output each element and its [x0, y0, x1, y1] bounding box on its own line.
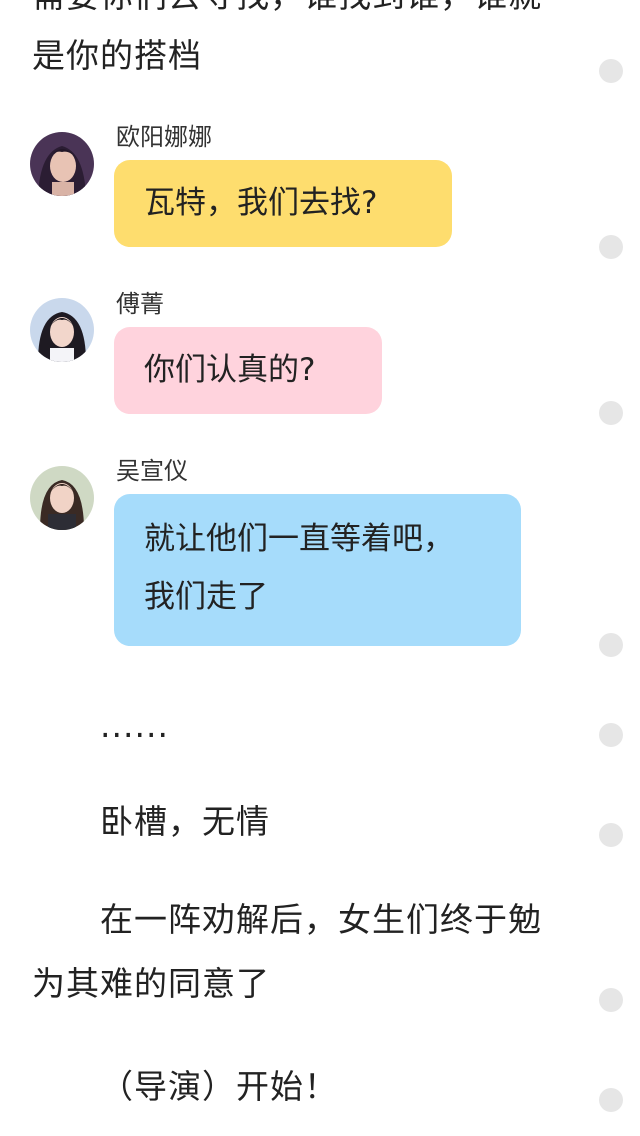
chat-bubble-text: 我们走了	[144, 579, 268, 615]
story-text-intro: 是你的搭档	[32, 36, 202, 75]
speaker-name: 傅菁	[116, 290, 164, 318]
comment-dot-icon[interactable]	[599, 723, 623, 747]
story-text-paragraph: 卧槽，无情	[100, 802, 270, 841]
chat-bubble: 瓦特，我们去找?	[114, 160, 452, 247]
speaker-name: 吴宣仪	[116, 457, 188, 485]
avatar-wu-xuanyi-icon[interactable]	[30, 466, 94, 530]
chat-bubble-text: 你们认真的?	[144, 352, 316, 388]
story-text-paragraph: （导演）开始！	[100, 1067, 338, 1106]
comment-dot-icon[interactable]	[599, 633, 623, 657]
chat-bubble: 你们认真的?	[114, 327, 382, 414]
comment-dot-icon[interactable]	[599, 1088, 623, 1112]
chat-bubble: 就让他们一直等着吧， 我们走了	[114, 494, 521, 646]
story-text-paragraph: 在一阵劝解后，女生们终于勉为其难的同意了	[32, 900, 542, 1003]
comment-dot-icon[interactable]	[599, 59, 623, 83]
comment-dot-icon[interactable]	[599, 988, 623, 1012]
story-text-ellipsis: ......	[100, 706, 169, 745]
speaker-name: 欧阳娜娜	[116, 123, 212, 151]
comment-dot-icon[interactable]	[599, 401, 623, 425]
chat-bubble-text: 瓦特，我们去找?	[144, 185, 378, 221]
comment-dot-icon[interactable]	[599, 235, 623, 259]
avatar-fu-jing-icon[interactable]	[30, 298, 94, 362]
comment-dot-icon[interactable]	[599, 823, 623, 847]
avatar-ouyang-nana-icon[interactable]	[30, 132, 94, 196]
chat-bubble-text: 就让他们一直等着吧，	[144, 521, 454, 557]
